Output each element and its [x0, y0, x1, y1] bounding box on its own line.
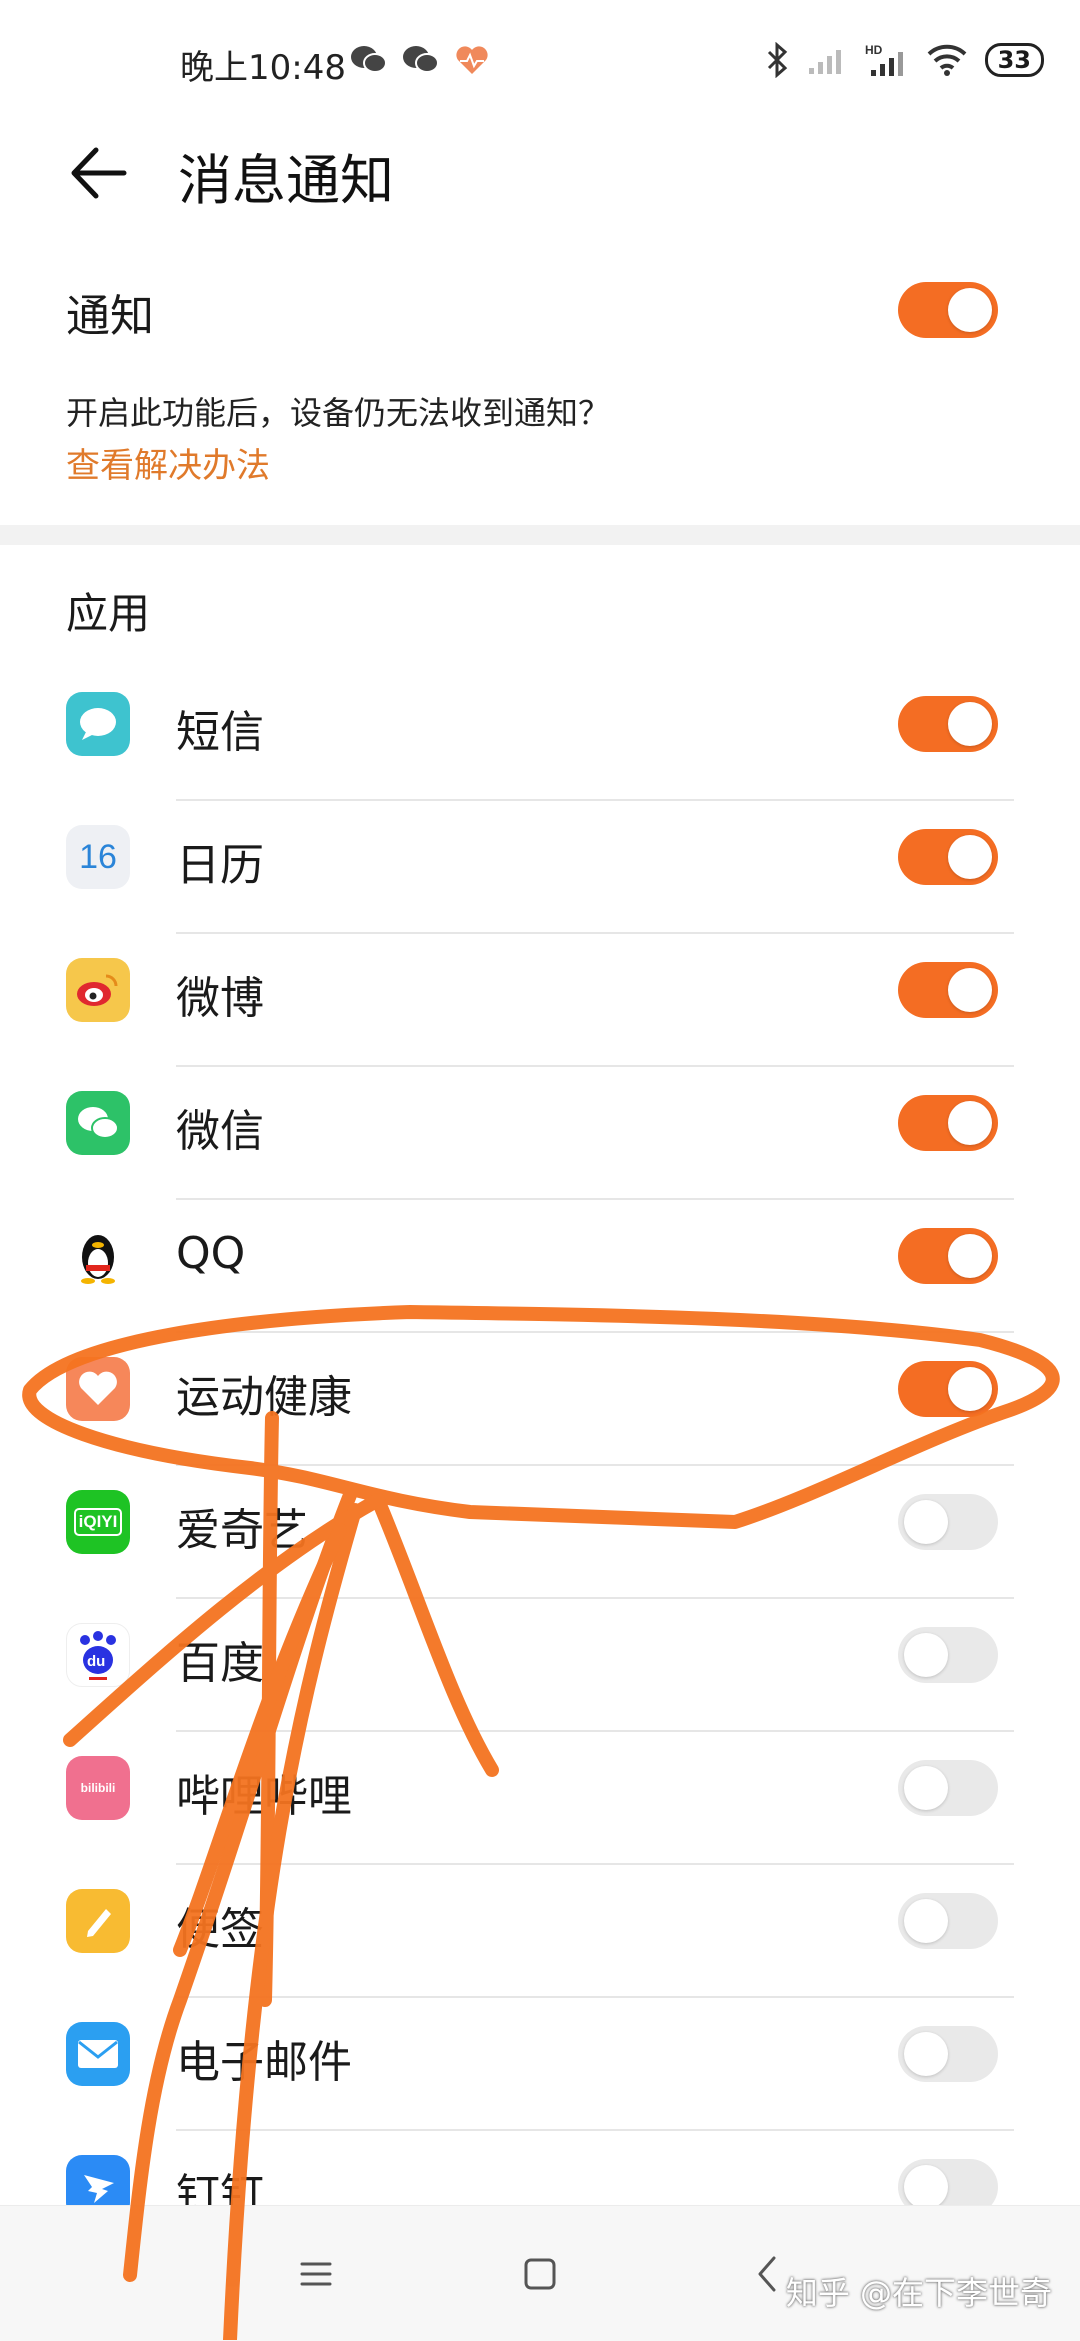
app-row-notes[interactable]: 便签 [0, 1865, 1080, 1998]
notifications-description: 开启此功能后，设备仍无法收到通知？ [66, 394, 611, 432]
app-row-sms[interactable]: 短信 [0, 668, 1080, 801]
toggle-knob [948, 288, 992, 332]
toggle-knob [904, 1633, 948, 1677]
page-title: 消息通知 [178, 149, 394, 212]
toggle-knob [904, 2032, 948, 2076]
app-name: 微博 [176, 973, 264, 1024]
app-toggle[interactable] [898, 1893, 998, 1949]
toggle-knob [948, 702, 992, 746]
health-icon [456, 46, 488, 74]
toggle-knob [904, 2165, 948, 2209]
calendar-icon-date: 16 [79, 837, 117, 876]
weibo-icon [66, 958, 130, 1022]
calendar-icon: 16 [66, 825, 130, 889]
home-icon[interactable] [512, 2246, 568, 2302]
app-name: 电子邮件 [176, 2037, 352, 2088]
app-name: QQ [176, 1228, 246, 1279]
app-toggle[interactable] [898, 1095, 998, 1151]
toggle-knob [948, 1101, 992, 1145]
toggle-knob [948, 835, 992, 879]
status-bar: 晚上10:48 HD 33 [0, 0, 1080, 120]
app-row-health[interactable]: 运动健康 [0, 1333, 1080, 1466]
app-toggle[interactable] [898, 696, 998, 752]
toggle-knob [948, 968, 992, 1012]
notifications-master-toggle[interactable] [898, 282, 998, 338]
wechat-icon [351, 46, 387, 73]
solution-link[interactable]: 查看解决办法 [66, 438, 270, 487]
toggle-knob [904, 1500, 948, 1544]
app-name: 日历 [176, 840, 264, 891]
app-toggle[interactable] [898, 1494, 998, 1550]
iqiyi-icon: iQIYI [66, 1490, 130, 1554]
iqiyi-logo-text: iQIYI [73, 1508, 123, 1536]
battery-indicator: 33 [984, 43, 1044, 77]
watermark: 知乎 @在下李世奇 [785, 2274, 1052, 2312]
app-toggle[interactable] [898, 1627, 998, 1683]
svg-text:du: du [87, 1653, 105, 1670]
status-notification-icons [350, 44, 490, 76]
qq-icon [66, 1224, 130, 1288]
app-name: 爱奇艺 [176, 1505, 308, 1556]
baidu-icon: du [66, 1623, 130, 1687]
wechat-icon [403, 46, 439, 73]
wechat-app-icon [66, 1091, 130, 1155]
app-row-weibo[interactable]: 微博 [0, 934, 1080, 1067]
app-toggle[interactable] [898, 1760, 998, 1816]
section-divider [0, 525, 1080, 545]
app-name: 运动健康 [176, 1372, 352, 1423]
health-app-icon [66, 1357, 130, 1421]
app-name: 哔哩哔哩 [176, 1771, 352, 1822]
wifi-icon [927, 44, 966, 76]
app-row-calendar[interactable]: 16 日历 [0, 801, 1080, 934]
notes-icon [66, 1889, 130, 1953]
app-name: 便签 [176, 1904, 264, 1955]
app-toggle[interactable] [898, 829, 998, 885]
app-toggle[interactable] [898, 962, 998, 1018]
signal-icon [808, 50, 841, 74]
app-toggle[interactable] [898, 1228, 998, 1284]
status-time: 晚上10:48 [180, 48, 346, 88]
apps-section-label: 应用 [66, 589, 151, 638]
toggle-knob [904, 1766, 948, 1810]
app-name: 百度 [176, 1638, 264, 1689]
hd-signal-icon: HD [865, 43, 903, 76]
app-toggle[interactable] [898, 1361, 998, 1417]
app-row-bilibili[interactable]: bilibili 哔哩哔哩 [0, 1732, 1080, 1865]
sms-icon [66, 692, 130, 756]
header: 消息通知 [0, 120, 1080, 220]
email-icon [66, 2022, 130, 2086]
app-toggle[interactable] [898, 2026, 998, 2082]
menu-icon[interactable] [288, 2246, 344, 2302]
toggle-knob [904, 1899, 948, 1943]
toggle-knob [948, 1367, 992, 1411]
bilibili-logo-text: bilibili [80, 1781, 116, 1795]
back-arrow-icon[interactable] [64, 138, 134, 208]
notifications-label: 通知 [66, 291, 154, 342]
bilibili-icon: bilibili [66, 1756, 130, 1820]
status-system-icons: HD 33 [765, 42, 1044, 78]
app-name: 微信 [176, 1106, 264, 1157]
toggle-knob [948, 1234, 992, 1278]
app-row-baidu[interactable]: du 百度 [0, 1599, 1080, 1732]
app-row-wechat[interactable]: 微信 [0, 1067, 1080, 1200]
app-row-qq[interactable]: QQ [0, 1200, 1080, 1333]
app-name: 短信 [176, 707, 264, 758]
app-row-iqiyi[interactable]: iQIYI 爱奇艺 [0, 1466, 1080, 1599]
app-row-email[interactable]: 电子邮件 [0, 1998, 1080, 2131]
svg-text:HD: HD [865, 43, 883, 57]
bluetooth-icon [767, 42, 787, 78]
